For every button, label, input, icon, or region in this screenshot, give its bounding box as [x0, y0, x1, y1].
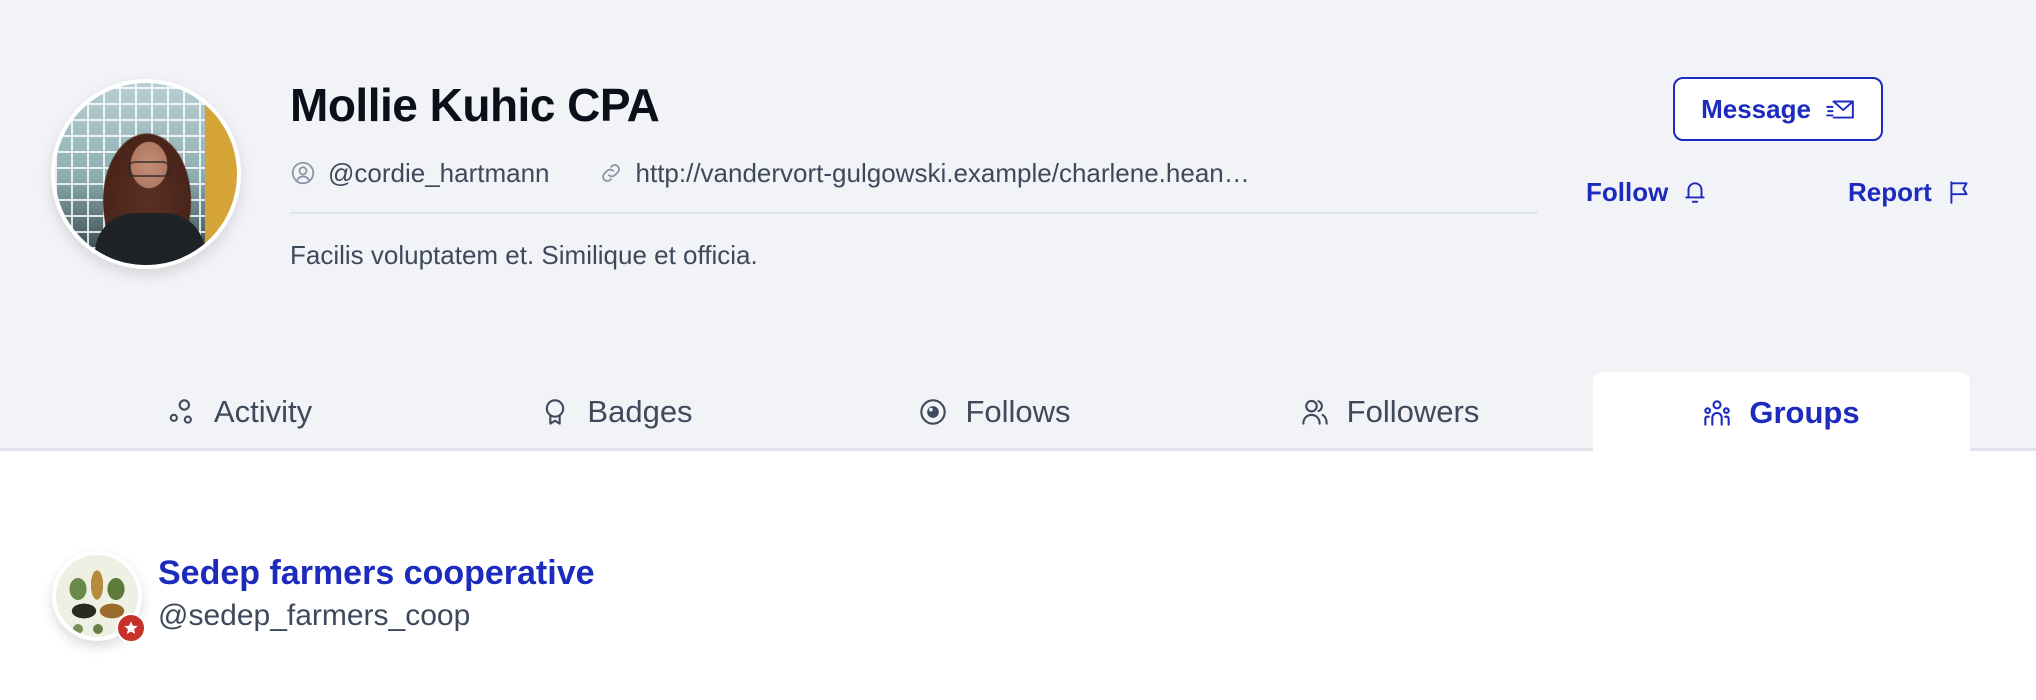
profile-bio: Facilis voluptatem et. Similique et offi…	[290, 240, 758, 270]
profile-meta: @cordie_hartmann http://vandervort-gulgo…	[290, 155, 1250, 191]
tab-activity[interactable]: Activity	[70, 372, 410, 451]
mail-send-icon	[1826, 100, 1854, 119]
message-button[interactable]: Message	[1673, 77, 1883, 141]
profile-avatar	[51, 79, 241, 269]
tab-followers-label: Followers	[1346, 393, 1480, 429]
tab-follows-label: Follows	[965, 393, 1071, 429]
avatar-photo	[55, 83, 237, 265]
link-icon	[601, 164, 620, 182]
group-title-link[interactable]: Sedep farmers cooperative	[158, 551, 595, 595]
follow-button-label: Follow	[1586, 176, 1669, 207]
tab-badges-label: Badges	[587, 393, 693, 429]
tab-badges[interactable]: Badges	[447, 372, 787, 451]
website-link[interactable]: http://vandervort-gulgowski.example/char…	[636, 158, 1250, 189]
profile-tabs: Activity Badges Follows Followers Groups	[0, 372, 2036, 454]
website-item[interactable]: http://vandervort-gulgowski.example/char…	[598, 158, 1250, 189]
group-icon	[1704, 400, 1731, 426]
report-button[interactable]: Report	[1848, 172, 1972, 212]
follow-button[interactable]: Follow	[1586, 172, 1708, 212]
tab-followers[interactable]: Followers	[1220, 372, 1560, 451]
group-avatar	[52, 551, 146, 643]
tab-activity-label: Activity	[213, 393, 313, 429]
header-divider	[290, 212, 1538, 214]
users-icon	[1301, 399, 1328, 425]
tab-follows[interactable]: Follows	[825, 372, 1165, 451]
group-list-item[interactable]: Sedep farmers cooperative @sedep_farmers…	[52, 551, 595, 643]
group-text: Sedep farmers cooperative @sedep_farmers…	[158, 551, 595, 637]
message-button-label: Message	[1701, 93, 1811, 124]
tab-groups[interactable]: Groups	[1593, 372, 1970, 454]
report-button-label: Report	[1848, 176, 1932, 207]
bell-icon	[1685, 182, 1705, 203]
profile-name: Mollie Kuhic CPA	[290, 79, 660, 131]
username: @cordie_hartmann	[328, 157, 550, 188]
star-icon	[124, 621, 138, 634]
avatar-photo-body	[95, 213, 205, 265]
profile-header: Mollie Kuhic CPA @cordie_hartmann http:/…	[0, 0, 2036, 454]
flag-icon	[1950, 181, 1968, 204]
badge-icon	[546, 398, 565, 425]
group-handle: @sedep_farmers_coop	[158, 599, 471, 632]
eye-icon	[920, 398, 947, 425]
tab-groups-label: Groups	[1749, 395, 1860, 430]
avatar-photo-glasses	[127, 161, 171, 177]
activity-icon	[169, 398, 192, 424]
user-circle-icon	[291, 161, 315, 185]
username-item: @cordie_hartmann	[290, 158, 550, 189]
group-admin-badge	[116, 613, 146, 643]
